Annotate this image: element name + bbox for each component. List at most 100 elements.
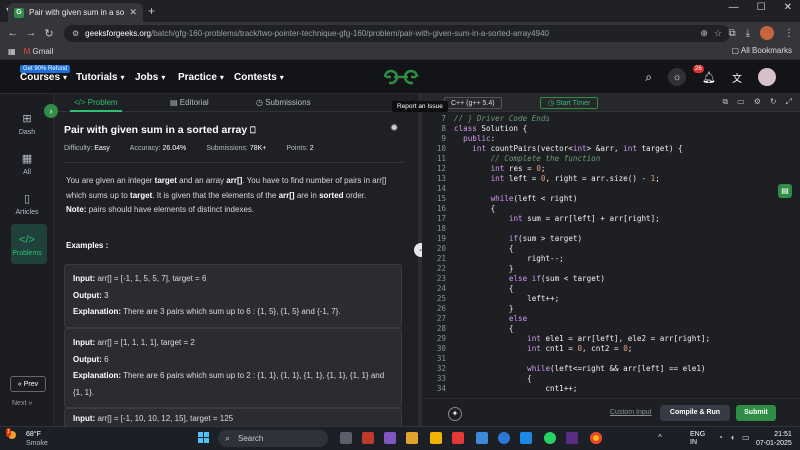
sidebar-item-all[interactable]: ▦ All: [6, 152, 48, 176]
sidebar-item-label: Problems: [12, 250, 42, 257]
nav-contests[interactable]: Contests ▾: [234, 72, 284, 83]
input-label: Input:: [73, 338, 96, 347]
site-info-icon[interactable]: ⚙: [72, 29, 79, 38]
bell-icon[interactable]: 🔔︎: [702, 71, 716, 84]
grid-icon: ▦: [21, 153, 33, 165]
sidebar-item-problems[interactable]: </> Problems: [6, 234, 48, 257]
file-explorer-icon[interactable]: [430, 432, 442, 444]
tab-editorial-label: Editorial: [179, 98, 209, 107]
maximize-icon[interactable]: ☐: [757, 2, 766, 13]
line-number: 17: [436, 214, 446, 223]
search-icon[interactable]: ⌕: [645, 70, 652, 85]
chrome-icon[interactable]: [590, 432, 602, 444]
taskbar-search[interactable]: ⌕ Search: [218, 430, 328, 447]
sidebar-item-dash[interactable]: ⊞ Dash: [6, 112, 48, 136]
notification-count-badge: 26: [693, 65, 704, 73]
settings-icon[interactable]: ⚙: [754, 97, 761, 107]
code-text: }: [454, 264, 514, 273]
extensions-icon[interactable]: ⧉: [728, 28, 735, 39]
forward-icon[interactable]: →: [22, 27, 40, 39]
bookmark-star-icon[interactable]: ☆: [714, 28, 722, 39]
edge-icon[interactable]: [498, 432, 510, 444]
browser-tab-active[interactable]: G Pair with given sum in a sorted ✕: [8, 3, 143, 22]
tab-editorial[interactable]: ▤ Editorial: [170, 98, 209, 107]
chat-icon[interactable]: ▤: [778, 184, 792, 198]
copilot-icon[interactable]: [384, 432, 396, 444]
tab-close-icon[interactable]: ✕: [129, 7, 137, 18]
next-button[interactable]: Next »: [12, 400, 32, 407]
task-view-icon[interactable]: [340, 432, 352, 444]
start-timer-button[interactable]: ◷ Start Timer: [540, 97, 599, 109]
whatsapp-icon[interactable]: [544, 432, 556, 444]
windows-start-icon[interactable]: [198, 432, 210, 444]
nav-tutorials[interactable]: Tutorials ▾: [76, 72, 125, 83]
reset-icon[interactable]: ↻: [770, 97, 777, 107]
weather-temp: 68°F: [26, 431, 41, 438]
line-number: 7: [441, 114, 446, 123]
weather-widget[interactable]: 1 68°F Smoke: [6, 428, 48, 448]
line-number: 19: [436, 234, 446, 243]
zoom-icon[interactable]: ⊕: [700, 28, 708, 39]
volume-icon[interactable]: ◖: [730, 433, 735, 442]
example-box: Input: arr[] = [-1, 1, 5, 5, 7], target …: [64, 264, 402, 328]
nav-jobs[interactable]: Jobs ▾: [135, 72, 165, 83]
bookmark-icon[interactable]: ⎕: [250, 125, 255, 135]
reload-icon[interactable]: ↻: [40, 27, 58, 40]
profile-avatar[interactable]: [760, 26, 774, 40]
submit-button[interactable]: Submit: [736, 405, 776, 421]
system-clock[interactable]: 21:51 07-01-2025: [756, 430, 792, 448]
lightbulb-icon[interactable]: ✦: [448, 407, 462, 421]
line-number: 14: [436, 184, 446, 193]
copy-icon[interactable]: ⧉: [722, 97, 728, 107]
document-icon: ▤: [170, 98, 178, 107]
custom-input-link[interactable]: Custom Input: [610, 409, 652, 416]
apps-grid-icon[interactable]: ▦: [8, 47, 16, 56]
mcafee-icon[interactable]: [362, 432, 374, 444]
downloads-icon[interactable]: ⤓: [746, 28, 750, 39]
expand-sidebar-icon[interactable]: ›: [44, 104, 58, 118]
tab-submissions[interactable]: ◷ Submissions: [256, 98, 311, 107]
bookmark-gmail[interactable]: M Gmail: [24, 47, 54, 56]
photos-icon[interactable]: [406, 432, 418, 444]
user-avatar[interactable]: [758, 68, 776, 86]
new-tab-button[interactable]: +: [148, 4, 155, 18]
settings-app-icon[interactable]: [520, 432, 532, 444]
tab-problem[interactable]: </> Problem: [74, 98, 118, 107]
chevron-down-icon: ▾: [279, 73, 284, 82]
code-text: // } Driver Code Ends: [454, 114, 551, 123]
window-controls: — ☐ ✕: [729, 2, 792, 13]
desc-text: order.: [345, 190, 367, 200]
compile-run-button[interactable]: Compile & Run: [660, 405, 730, 421]
editor-toolbar: C++ (g++ 5.4) ◷ Start Timer ⧉ ▭ ⚙ ↻ ⤢: [422, 94, 800, 112]
wifi-icon[interactable]: ◔: [718, 433, 723, 442]
app-red-icon[interactable]: [452, 432, 464, 444]
tray-chevron-icon[interactable]: ^: [658, 433, 662, 442]
battery-icon[interactable]: ▭: [742, 433, 750, 442]
address-bar[interactable]: ⚙ geeksforgeeks.org/batch/gfg-160-proble…: [64, 25, 730, 42]
line-number: 16: [436, 204, 446, 213]
report-issue-bug-icon[interactable]: ✹: [390, 123, 398, 134]
store-icon[interactable]: [476, 432, 488, 444]
line-number: 33: [436, 374, 446, 383]
gfg-logo[interactable]: [381, 68, 421, 86]
intellij-icon[interactable]: [566, 432, 578, 444]
nav-courses[interactable]: Courses ▾: [20, 72, 67, 83]
sidebar-item-articles[interactable]: ▯ Articles: [6, 192, 48, 216]
all-bookmarks[interactable]: ▢ All Bookmarks: [732, 46, 792, 55]
code-text: {: [454, 204, 496, 213]
output-label: Output:: [73, 290, 102, 300]
translate-icon[interactable]: 文: [732, 70, 742, 85]
menu-kebab-icon[interactable]: ⋮: [784, 28, 794, 39]
minimize-icon[interactable]: —: [729, 2, 739, 13]
back-icon[interactable]: ←: [4, 27, 22, 39]
code-area[interactable]: 7 // } Driver Code Ends 8 class Solution {9…: [422, 114, 800, 398]
nav-practice[interactable]: Practice ▾: [178, 72, 224, 83]
prev-button[interactable]: « Prev: [10, 376, 46, 392]
language-select[interactable]: C++ (g++ 5.4): [444, 97, 502, 109]
theme-toggle-icon[interactable]: ☼: [668, 68, 687, 86]
note-text: pairs should have elements of distinct i…: [88, 205, 255, 214]
language-indicator[interactable]: ENG IN: [690, 431, 705, 447]
close-window-icon[interactable]: ✕: [784, 2, 792, 13]
bookmark-outline-icon[interactable]: ▭: [737, 97, 745, 107]
fullscreen-icon[interactable]: ⤢: [786, 97, 792, 107]
